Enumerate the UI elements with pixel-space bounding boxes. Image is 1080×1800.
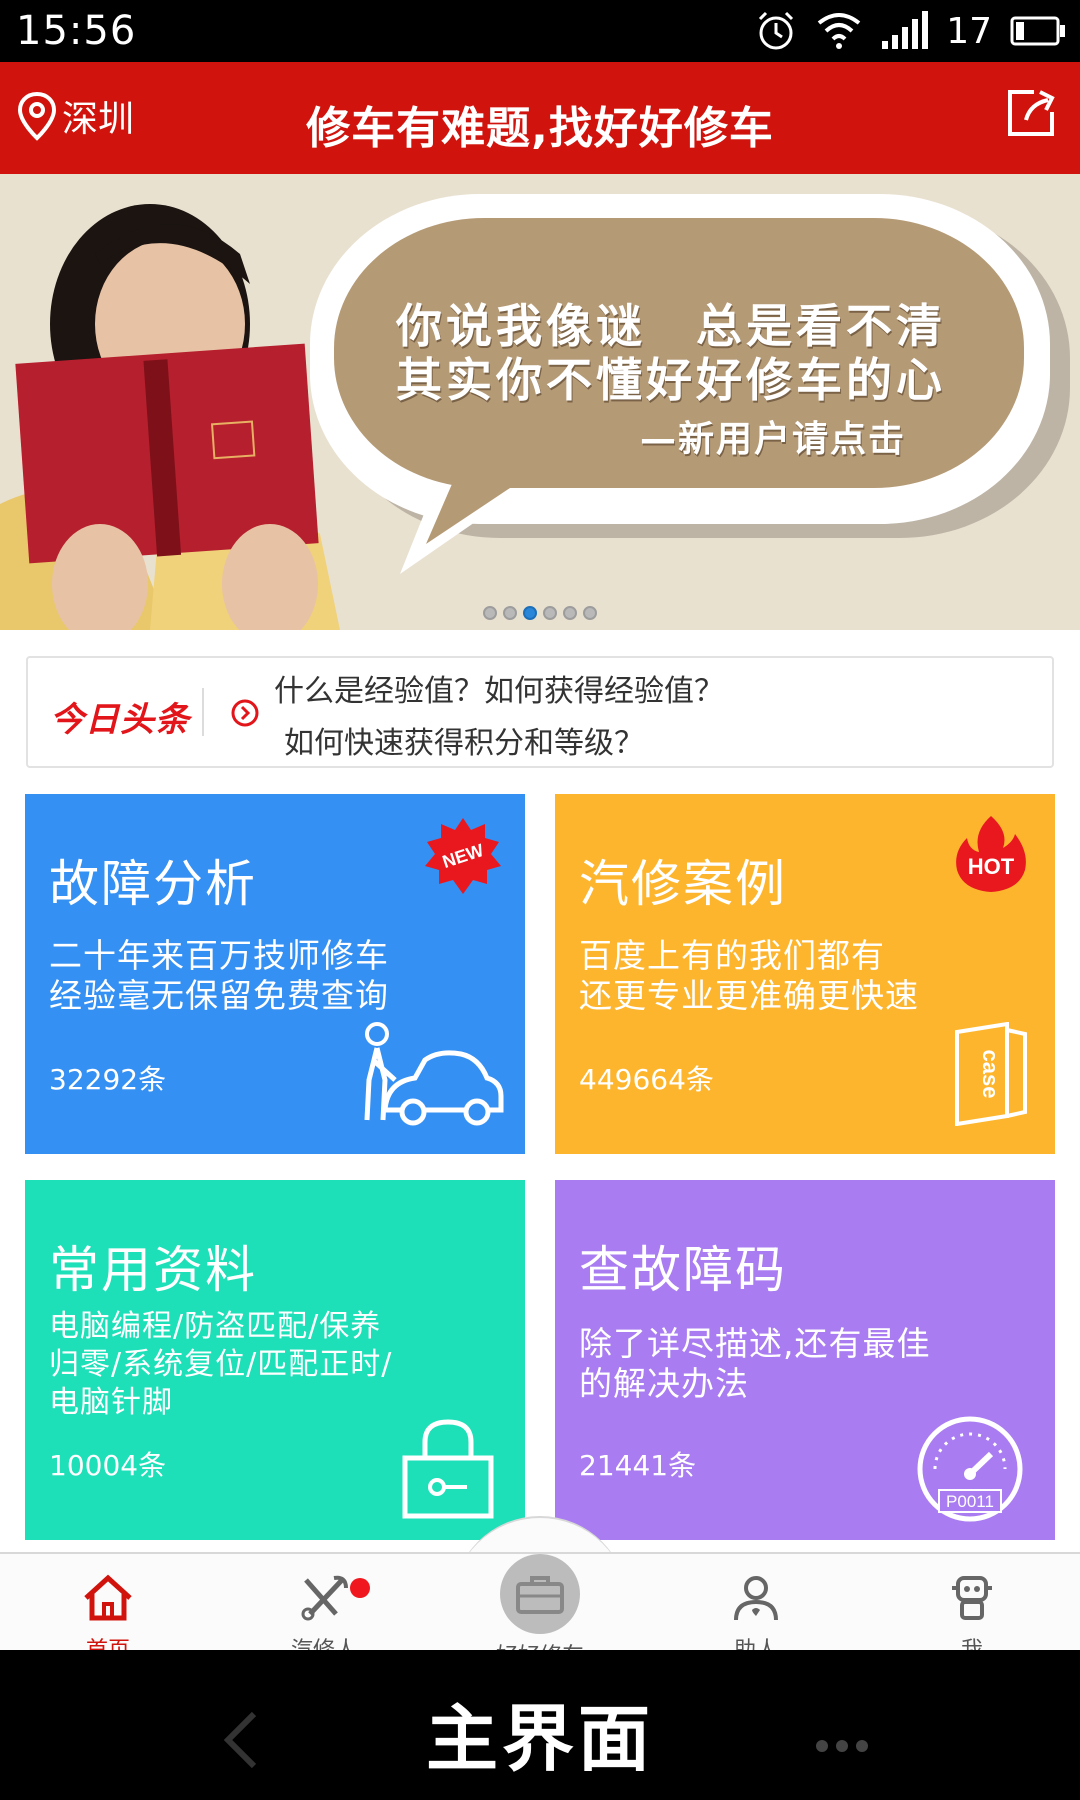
caption-text: 主界面 [425,1697,654,1781]
new-badge-icon: NEW [425,818,501,894]
share-button[interactable] [1004,86,1058,144]
promo-banner[interactable]: 你说我像谜 总是看不清 其实你不懂好好修车的心 —新用户请点击 [0,174,1080,630]
mechanic-car-icon [364,1022,504,1126]
notification-dot [350,1578,370,1598]
tile-common-data[interactable]: 常用资料 电脑编程/防盗匹配/保养 归零/系统复位/匹配正时/ 电脑针脚 100… [25,1180,525,1540]
hot-badge-icon: HOT [956,816,1026,892]
news-logo: 今日头条 [50,700,190,740]
tile-title: 故障分析 [49,855,257,913]
tile-count: 10004条 [49,1449,167,1482]
tile-title: 查故障码 [579,1241,787,1299]
tile-description: 除了详尽描述,还有最佳 的解决办法 [579,1324,931,1403]
lock-icon [402,1419,494,1519]
tile-count: 32292条 [49,1063,167,1096]
hot-badge-text: HOT [968,854,1015,879]
helper-person-icon [734,1576,778,1621]
tile-fault-analysis[interactable]: 故障分析 二十年来百万技师修车 经验毫无保留免费查询 32292条 NEW [25,794,525,1154]
news-headlines: 什么是经验值？如何获得经验值？ 如何快速获得积分和等级？ [274,658,1034,766]
play-arrow-icon [231,699,259,727]
wifi-icon [817,13,861,49]
banner-girl-reading-image [0,174,340,630]
tile-description: 百度上有的我们都有 还更专业更准确更快速 [579,936,919,1015]
tile-repair-cases[interactable]: 汽修案例 百度上有的我们都有 还更专业更准确更快速 449664条 HOT ca… [555,794,1055,1154]
status-bar: 15:56 17 [0,0,1080,62]
share-icon [1008,90,1055,136]
gauge-code-label: P0011 [946,1492,994,1511]
tile-title: 汽修案例 [579,855,787,913]
carousel-dot[interactable] [563,606,577,620]
caption-bar: 主界面 [0,1650,1080,1800]
toolbox-icon [516,1576,564,1614]
robot-profile-icon [952,1576,992,1620]
carousel-dots [0,606,1080,620]
center-button[interactable] [500,1554,580,1634]
speech-bubble-tail [400,474,530,574]
home-icon [84,1574,132,1621]
news-ticker[interactable]: 今日头条 什么是经验值？如何获得经验值？ 如何快速获得积分和等级？ [26,656,1054,768]
tile-count: 21441条 [579,1449,697,1482]
tile-count: 449664条 [579,1063,714,1096]
case-label: case [978,1050,1003,1099]
alarm-icon [759,11,794,50]
news-headline[interactable]: 什么是经验值？如何获得经验值？ [274,666,724,710]
signal-icon [882,11,929,49]
carousel-dot[interactable] [483,606,497,620]
carousel-dot[interactable] [583,606,597,620]
case-folder-icon: case [955,1022,1027,1126]
banner-text-line-3: —新用户请点击 [640,419,907,460]
news-headline[interactable]: 如何快速获得积分和等级？ [284,718,644,762]
more-dots-icon[interactable] [816,1740,868,1752]
carousel-dot[interactable] [503,606,517,620]
carousel-dot[interactable] [543,606,557,620]
carousel-dot-active[interactable] [523,606,537,620]
status-time: 15:56 [16,8,137,54]
battery-icon [1010,16,1065,46]
tile-fault-codes[interactable]: 查故障码 除了详尽描述,还有最佳 的解决办法 21441条 P0011 [555,1180,1055,1540]
tile-description: 电脑编程/防盗匹配/保养 归零/系统复位/匹配正时/ 电脑针脚 [49,1309,393,1420]
tile-title: 常用资料 [49,1241,257,1299]
wrench-screwdriver-icon [301,1575,348,1621]
tile-description: 二十年来百万技师修车 经验毫无保留免费查询 [49,936,389,1015]
page-title: 修车有难题,找好好修车 [306,103,774,154]
battery-level: 17 [946,10,992,52]
status-icons: 17 [754,8,1066,54]
gauge-icon: P0011 [917,1416,1023,1522]
app-header: 深圳 修车有难题,找好好修车 [0,62,1080,174]
news-divider [202,688,204,736]
banner-text-line-2: 其实你不懂好好修车的心 [396,353,946,407]
